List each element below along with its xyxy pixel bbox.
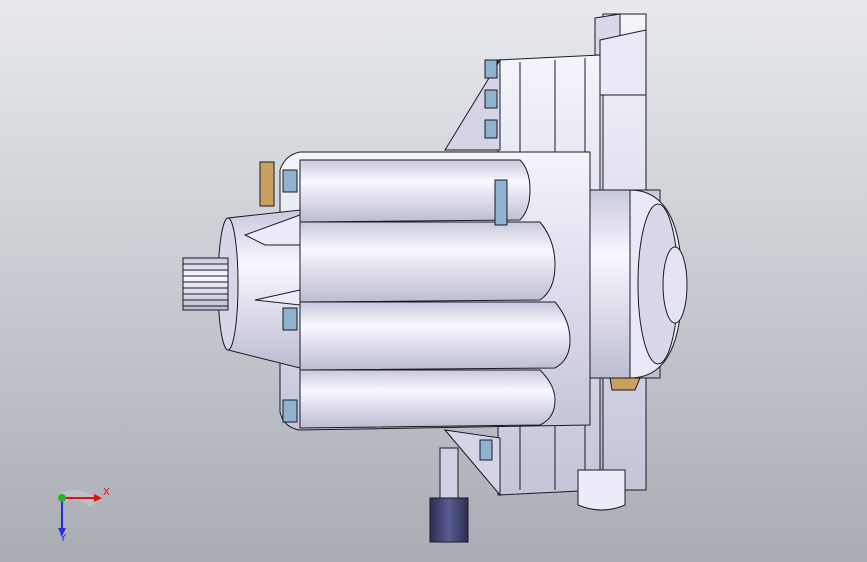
bolt-head xyxy=(282,169,298,193)
bolt-head xyxy=(479,439,493,461)
bolt-head xyxy=(494,179,508,226)
seal-ring xyxy=(259,161,275,207)
bolt-head xyxy=(484,119,498,139)
cad-model-view[interactable] xyxy=(0,0,867,562)
origin-dot xyxy=(58,494,66,502)
y-axis-label: Y xyxy=(60,533,67,544)
bottom-fitting xyxy=(577,469,626,511)
bolt-head xyxy=(282,307,298,331)
orientation-triad: X Y xyxy=(46,478,116,548)
graphics-viewport[interactable]: X Y xyxy=(0,0,867,562)
splined-shaft[interactable] xyxy=(182,257,229,311)
bolt-head xyxy=(484,59,498,79)
x-axis-label: X xyxy=(103,487,110,498)
bolt-head xyxy=(282,399,298,423)
bolt-head xyxy=(484,89,498,109)
front-flange[interactable] xyxy=(217,209,301,369)
x-axis-arrow xyxy=(94,494,102,502)
